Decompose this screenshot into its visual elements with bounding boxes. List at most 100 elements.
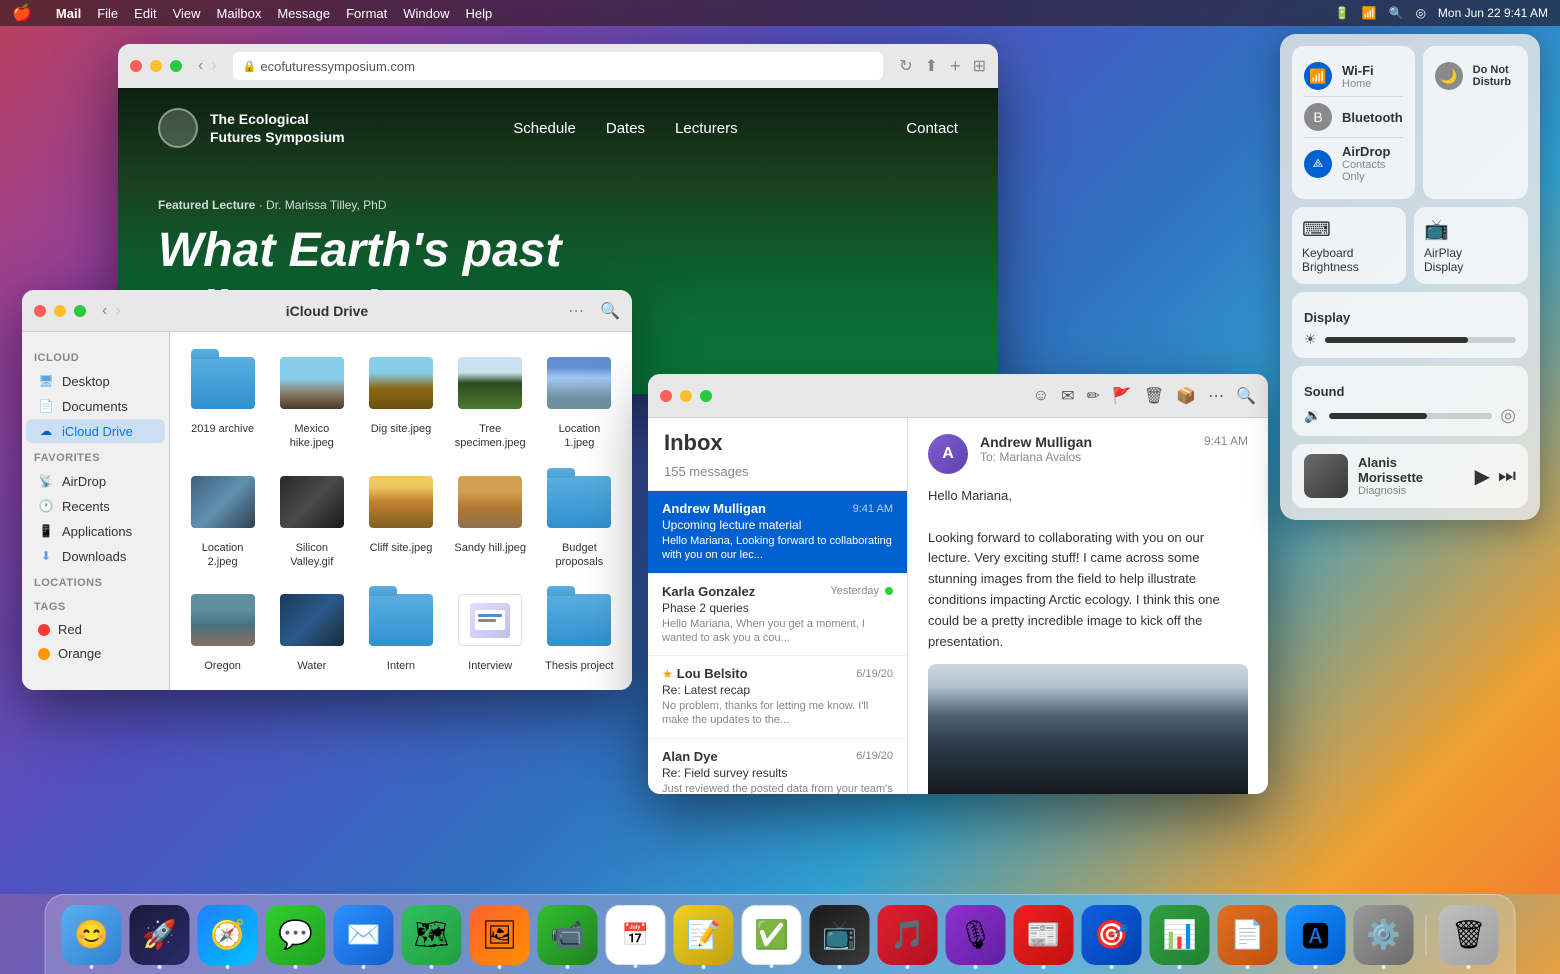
- browser-close-button[interactable]: [130, 60, 142, 72]
- dock-icon-news[interactable]: 📰: [1014, 905, 1074, 965]
- cc-airdrop-item[interactable]: ⟁ AirDrop Contacts Only: [1304, 137, 1403, 189]
- browser-add-tab-button[interactable]: +: [950, 56, 961, 77]
- sidebar-item-tag-red[interactable]: Red: [26, 618, 165, 641]
- mail-edit-button[interactable]: ✏: [1087, 386, 1100, 406]
- finder-item-mexico[interactable]: Mexico hike.jpeg: [275, 348, 348, 451]
- mail-flag-button[interactable]: 🚩: [1112, 386, 1132, 406]
- nav-lecturers[interactable]: Lecturers: [675, 120, 738, 137]
- dock-icon-launchpad[interactable]: 🚀: [130, 905, 190, 965]
- finder-item-tree[interactable]: Tree specimen.jpeg: [454, 348, 527, 451]
- mail-item-andrew[interactable]: Andrew Mulligan 9:41 AM Upcoming lecture…: [648, 491, 907, 574]
- finder-view-options[interactable]: ⋯: [568, 301, 584, 321]
- dock-icon-photos[interactable]: 🖼: [470, 905, 530, 965]
- dock-icon-safari[interactable]: 🧭: [198, 905, 258, 965]
- apple-menu[interactable]: 🍎: [12, 3, 32, 23]
- cc-airplay-display-btn[interactable]: 📺 AirPlayDisplay: [1414, 207, 1528, 284]
- dock-icon-numbers[interactable]: 📊: [1150, 905, 1210, 965]
- nav-dates[interactable]: Dates: [606, 120, 645, 137]
- dock-icon-facetime[interactable]: 📹: [538, 905, 598, 965]
- menu-file[interactable]: File: [97, 6, 118, 21]
- finder-item-thesis[interactable]: Thesis project: [543, 585, 616, 673]
- dock-icon-appletv[interactable]: 📺: [810, 905, 870, 965]
- mail-emoji-button[interactable]: ☺: [1033, 387, 1049, 405]
- finder-item-oregon[interactable]: Oregon: [186, 585, 259, 673]
- menu-mailbox[interactable]: Mailbox: [217, 6, 262, 21]
- dock-icon-keynote[interactable]: 🎯: [1082, 905, 1142, 965]
- sidebar-item-airdrop[interactable]: 📡 AirDrop: [26, 469, 165, 493]
- browser-back-button[interactable]: ‹: [198, 57, 203, 75]
- dock-icon-mail[interactable]: ✉️: [334, 905, 394, 965]
- finder-item-location2[interactable]: Location 2.jpeg: [186, 467, 259, 570]
- siri-icon[interactable]: ◎: [1415, 6, 1425, 20]
- finder-item-intern[interactable]: Intern: [364, 585, 437, 673]
- mail-minimize-button[interactable]: [680, 390, 692, 402]
- mail-search-button[interactable]: 🔍: [1236, 386, 1256, 406]
- sidebar-item-recents[interactable]: 🕐 Recents: [26, 494, 165, 518]
- dock-icon-appstore[interactable]: 🅰: [1286, 905, 1346, 965]
- finder-item-sandy[interactable]: Sandy hill.jpeg: [454, 467, 527, 570]
- finder-maximize-button[interactable]: [74, 305, 86, 317]
- finder-item-water[interactable]: Water: [275, 585, 348, 673]
- finder-close-button[interactable]: [34, 305, 46, 317]
- browser-minimize-button[interactable]: [150, 60, 162, 72]
- finder-item-interview[interactable]: Interview: [454, 585, 527, 673]
- finder-item-location1[interactable]: Location 1.jpeg: [543, 348, 616, 451]
- dock-icon-system[interactable]: ⚙️: [1354, 905, 1414, 965]
- sidebar-item-icloud-drive[interactable]: ☁ iCloud Drive: [26, 419, 165, 443]
- sidebar-item-downloads[interactable]: ⬇ Downloads: [26, 544, 165, 568]
- menu-view[interactable]: View: [173, 6, 201, 21]
- dock-icon-finder[interactable]: 😊: [62, 905, 122, 965]
- menu-window[interactable]: Window: [403, 6, 449, 21]
- cc-wifi-item[interactable]: 📶 Wi-Fi Home: [1304, 56, 1403, 96]
- brightness-slider-track[interactable]: [1325, 337, 1516, 343]
- mail-close-button[interactable]: [660, 390, 672, 402]
- sidebar-item-applications[interactable]: 📱 Applications: [26, 519, 165, 543]
- nav-schedule[interactable]: Schedule: [513, 120, 576, 137]
- finder-item-budget[interactable]: Budget proposals: [543, 467, 616, 570]
- mail-archive-button[interactable]: 📦: [1176, 386, 1196, 406]
- dock-icon-podcasts[interactable]: 🎙: [946, 905, 1006, 965]
- browser-reload-button[interactable]: ↻: [899, 56, 912, 76]
- menu-edit[interactable]: Edit: [134, 6, 156, 21]
- menu-help[interactable]: Help: [466, 6, 493, 21]
- skip-button[interactable]: ⏭: [1498, 465, 1516, 488]
- dock-icon-notes[interactable]: 📝: [674, 905, 734, 965]
- finder-forward-button[interactable]: ›: [115, 302, 120, 320]
- mail-item-alan[interactable]: Alan Dye 6/19/20 Re: Field survey result…: [648, 739, 907, 794]
- mail-item-lou[interactable]: ★ Lou Belsito 6/19/20 Re: Latest recap N…: [648, 656, 907, 739]
- volume-slider-track[interactable]: [1329, 413, 1492, 419]
- app-name[interactable]: Mail: [56, 6, 81, 21]
- browser-forward-button[interactable]: ›: [211, 57, 216, 75]
- finder-item-silicon[interactable]: Silicon Valley.gif: [275, 467, 348, 570]
- browser-addressbar[interactable]: 🔒 ecofuturessymposium.com: [233, 52, 884, 80]
- dock-icon-maps[interactable]: 🗺: [402, 905, 462, 965]
- dock-icon-trash[interactable]: 🗑: [1439, 905, 1499, 965]
- sidebar-item-tag-orange[interactable]: Orange: [26, 642, 165, 665]
- menu-format[interactable]: Format: [346, 6, 387, 21]
- cc-dnd-item[interactable]: 🌙 Do Not Disturb: [1435, 56, 1516, 96]
- mail-compose-button[interactable]: ✉: [1061, 386, 1074, 406]
- mail-trash-button[interactable]: 🗑: [1144, 386, 1164, 406]
- mail-maximize-button[interactable]: [700, 390, 712, 402]
- finder-item-cliff[interactable]: Cliff site.jpeg: [364, 467, 437, 570]
- cc-bluetooth-item[interactable]: B Bluetooth: [1304, 96, 1403, 137]
- browser-sidebar-button[interactable]: ⊞: [973, 56, 986, 76]
- finder-back-button[interactable]: ‹: [102, 302, 107, 320]
- dock-icon-pages[interactable]: 📄: [1218, 905, 1278, 965]
- cc-keyboard-brightness-btn[interactable]: ⌨ KeyboardBrightness: [1292, 207, 1406, 284]
- dock-icon-reminders[interactable]: ✅: [742, 905, 802, 965]
- dock-icon-messages[interactable]: 💬: [266, 905, 326, 965]
- wifi-icon[interactable]: 📶: [1362, 6, 1377, 20]
- menu-message[interactable]: Message: [277, 6, 330, 21]
- site-contact[interactable]: Contact: [906, 120, 958, 137]
- finder-minimize-button[interactable]: [54, 305, 66, 317]
- play-button[interactable]: ▶: [1475, 464, 1490, 489]
- finder-item-2019archive[interactable]: 2019 archive: [186, 348, 259, 451]
- dock-icon-music[interactable]: 🎵: [878, 905, 938, 965]
- browser-share-button[interactable]: ⬆: [925, 56, 938, 76]
- finder-search-button[interactable]: 🔍: [600, 301, 620, 321]
- search-icon[interactable]: 🔍: [1388, 6, 1403, 20]
- browser-maximize-button[interactable]: [170, 60, 182, 72]
- finder-item-digsite[interactable]: Dig site.jpeg: [364, 348, 437, 451]
- mail-item-karla[interactable]: Karla Gonzalez Yesterday Phase 2 queries…: [648, 574, 907, 657]
